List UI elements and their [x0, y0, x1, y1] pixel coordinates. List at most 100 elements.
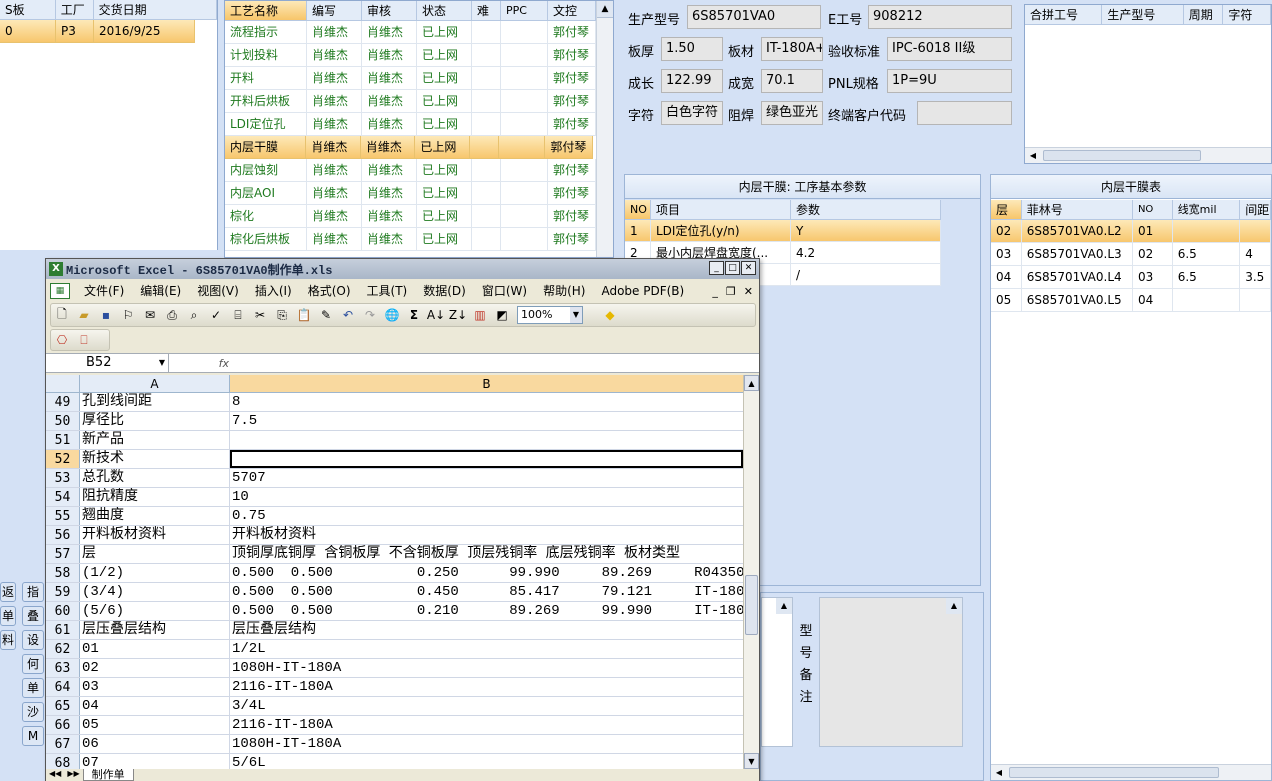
side-button[interactable]: M: [22, 726, 44, 746]
cell-a[interactable]: 05: [80, 716, 230, 734]
chevron-down-icon[interactable]: ▼: [159, 354, 165, 372]
cell-b[interactable]: 3/4L: [230, 697, 743, 715]
cell-b[interactable]: 0.75: [230, 507, 743, 525]
pdf-convert-icon[interactable]: ⎔: [53, 331, 71, 349]
table-row[interactable]: 02 6S85701VA0.L2 01: [991, 220, 1271, 243]
close-icon[interactable]: ✕: [741, 261, 756, 275]
row-header[interactable]: 49: [46, 393, 80, 411]
permission-icon[interactable]: ⚐: [119, 306, 137, 324]
drawing-icon[interactable]: ◩: [493, 306, 511, 324]
restore-icon[interactable]: _: [712, 285, 718, 298]
name-box[interactable]: B52 ▼: [46, 354, 169, 372]
cell-a[interactable]: 孔到线间距: [80, 393, 230, 411]
acceptance-field[interactable]: IPC-6018 II级: [887, 37, 1012, 61]
cell-b[interactable]: 8: [230, 393, 743, 411]
col-header-merge-no[interactable]: 合拼工号: [1025, 5, 1103, 25]
col-header-period[interactable]: 周期: [1183, 5, 1224, 25]
chart-wizard-icon[interactable]: ▥: [471, 306, 489, 324]
list-row[interactable]: 0 P3 2016/9/25: [0, 20, 195, 43]
row-header[interactable]: 67: [46, 735, 80, 753]
table-row[interactable]: 计划投料 肖维杰 肖维杰 已上网 郭付琴: [225, 44, 596, 67]
film-table-hscrollbar[interactable]: ◀: [991, 764, 1271, 780]
row-header[interactable]: 52: [46, 450, 80, 468]
cell-a[interactable]: 新技术: [80, 450, 230, 468]
select-all-corner[interactable]: [46, 375, 80, 392]
cell-a[interactable]: 层压叠层结构: [80, 621, 230, 639]
cell-a[interactable]: 04: [80, 697, 230, 715]
col-header-ppc[interactable]: PPC: [501, 1, 548, 21]
row-header[interactable]: 60: [46, 602, 80, 620]
side-button[interactable]: 设: [22, 630, 44, 650]
cell-a[interactable]: 06: [80, 735, 230, 753]
menu-item[interactable]: 工具(T): [359, 281, 416, 301]
format-painter-icon[interactable]: ✎: [317, 306, 335, 324]
row-header[interactable]: 51: [46, 431, 80, 449]
column-header-a[interactable]: A: [80, 375, 230, 392]
scroll-left-arrow-icon[interactable]: ◀: [1025, 148, 1041, 163]
scroll-thumb[interactable]: [745, 575, 758, 635]
tab-scroll-next-icon[interactable]: ▶▶: [67, 769, 79, 778]
cell-a[interactable]: 层: [80, 545, 230, 563]
col-header-process[interactable]: 工艺名称: [225, 1, 307, 21]
cell-b[interactable]: 2116-IT-180A: [230, 716, 743, 734]
cell-a[interactable]: 翘曲度: [80, 507, 230, 525]
menu-item[interactable]: 帮助(H): [535, 281, 593, 301]
side-button[interactable]: 料: [0, 630, 16, 650]
char-field[interactable]: 白色字符: [661, 101, 723, 125]
row-header[interactable]: 59: [46, 583, 80, 601]
fx-icon[interactable]: fx: [169, 357, 233, 370]
menu-item[interactable]: 编辑(E): [132, 281, 189, 301]
cell-b[interactable]: 10: [230, 488, 743, 506]
research-icon[interactable]: ⌸: [229, 306, 247, 324]
row-header[interactable]: 66: [46, 716, 80, 734]
cell-a[interactable]: 03: [80, 678, 230, 696]
col-header-param[interactable]: 参数: [791, 200, 941, 220]
tab-scroll-first-icon[interactable]: ◀◀: [49, 769, 61, 778]
col-header-difficulty[interactable]: 难: [472, 1, 501, 21]
table-row[interactable]: 棕化后烘板 肖维杰 肖维杰 已上网 郭付琴: [225, 228, 596, 251]
cell-b[interactable]: 2116-IT-180A: [230, 678, 743, 696]
cell-a[interactable]: 02: [80, 659, 230, 677]
col-header-film[interactable]: 菲林号: [1021, 200, 1133, 220]
table-row[interactable]: 内层蚀刻 肖维杰 肖维杰 已上网 郭付琴: [225, 159, 596, 182]
cell-b[interactable]: 7.5: [230, 412, 743, 430]
table-row[interactable]: LDI定位孔 肖维杰 肖维杰 已上网 郭付琴: [225, 113, 596, 136]
minimize-icon[interactable]: _: [709, 261, 724, 275]
email-icon[interactable]: ✉: [141, 306, 159, 324]
cell-a[interactable]: (5/6): [80, 602, 230, 620]
col-header-prod-model[interactable]: 生产型号: [1102, 5, 1184, 25]
cell-b[interactable]: 层压叠层结构: [230, 621, 743, 639]
row-header[interactable]: 58: [46, 564, 80, 582]
col-header-gap[interactable]: 间距: [1240, 200, 1271, 220]
table-row[interactable]: 1 LDI定位孔(y/n) Y: [625, 220, 941, 242]
cell-b[interactable]: 5/6L: [230, 754, 743, 769]
length-field[interactable]: 122.99: [661, 69, 723, 93]
col-header-factory[interactable]: 工厂: [55, 0, 94, 20]
side-button[interactable]: 沙: [22, 702, 44, 722]
cell-a[interactable]: 07: [80, 754, 230, 769]
row-header[interactable]: 64: [46, 678, 80, 696]
side-button[interactable]: 指: [22, 582, 44, 602]
row-header[interactable]: 50: [46, 412, 80, 430]
table-row[interactable]: 棕化 肖维杰 肖维杰 已上网 郭付琴: [225, 205, 596, 228]
side-button[interactable]: 单: [0, 606, 16, 626]
material-field[interactable]: IT-180A+: [761, 37, 823, 61]
undo-icon[interactable]: ↶: [339, 306, 357, 324]
autosum-icon[interactable]: Σ: [405, 306, 423, 324]
col-header-s[interactable]: S板: [0, 0, 56, 20]
menu-item[interactable]: 视图(V): [189, 281, 247, 301]
row-header[interactable]: 53: [46, 469, 80, 487]
col-header-doc-ctrl[interactable]: 文控: [548, 1, 596, 21]
cut-icon[interactable]: ✂: [251, 306, 269, 324]
table-row[interactable]: 04 6S85701VA0.L4 03 6.5 3.5: [991, 266, 1271, 289]
sheet-tab[interactable]: 制作单: [82, 769, 134, 781]
copy-icon[interactable]: ⎘: [273, 306, 291, 324]
excel-vscrollbar[interactable]: ▲ ▼: [743, 375, 759, 769]
table-row[interactable]: 开料后烘板 肖维杰 肖维杰 已上网 郭付琴: [225, 90, 596, 113]
thickness-field[interactable]: 1.50: [661, 37, 723, 61]
zoom-select[interactable]: 100% ▼: [517, 306, 583, 324]
table-row[interactable]: 流程指示 肖维杰 肖维杰 已上网 郭付琴: [225, 21, 596, 44]
side-button[interactable]: 何: [22, 654, 44, 674]
row-header[interactable]: 54: [46, 488, 80, 506]
table-row[interactable]: 开料 肖维杰 肖维杰 已上网 郭付琴: [225, 67, 596, 90]
